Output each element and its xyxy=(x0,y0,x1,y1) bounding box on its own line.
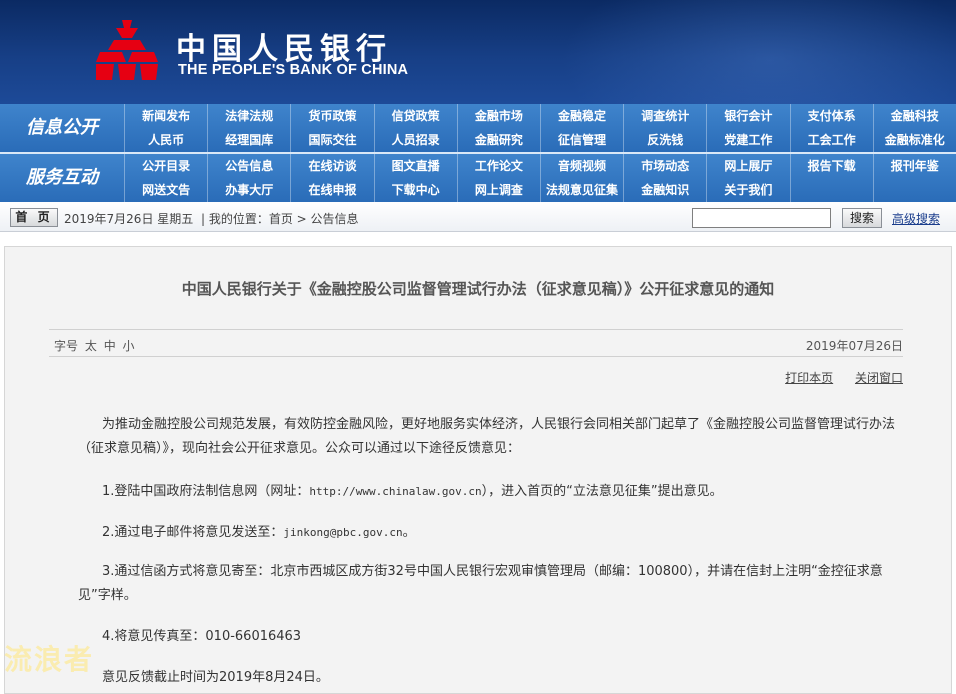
location-toolbar: 首 页 2019年7月26日 星期五 | 我的位置：首页 > 公告信息 搜索 高… xyxy=(0,202,956,232)
nav-item-online-exhibition[interactable]: 网上展厅 xyxy=(706,154,789,178)
font-size-medium[interactable]: 中 xyxy=(104,339,116,353)
article-title: 中国人民银行关于《金融控股公司监督管理试行办法（征求意见稿）》公开征求意见的通知 xyxy=(181,280,775,298)
publish-date: 2019年07月26日 xyxy=(805,339,903,353)
item1-text: 1.登陆中国政府法制信息网（网址： xyxy=(102,484,310,499)
nav-item-online-interview[interactable]: 在线访谈 xyxy=(290,154,373,178)
nav-item-research[interactable]: 金融研究 xyxy=(456,128,540,152)
nav-item-live-broadcast[interactable]: 图文直播 xyxy=(373,154,457,178)
bank-name-en: THE PEOPLE'S BANK OF CHINA xyxy=(178,62,409,78)
feedback-email-link[interactable]: jinkong@pbc.gov.cn xyxy=(283,526,402,539)
advanced-search-link[interactable]: 高级搜索 xyxy=(892,210,940,227)
nav-row: 人民币 经理国库 国际交往 人员招录 金融研究 征信管理 反洗钱 党建工作 工会… xyxy=(124,128,956,152)
nav-item-monetary-policy[interactable]: 货币政策 xyxy=(290,104,373,128)
nav-item-credit-policy[interactable]: 信贷政策 xyxy=(373,104,457,128)
nav-item-international[interactable]: 国际交往 xyxy=(290,128,373,152)
nav-item-online-survey[interactable]: 网上调查 xyxy=(456,178,540,202)
nav-item-blank xyxy=(789,178,873,202)
nav-item-recruitment[interactable]: 人员招录 xyxy=(373,128,457,152)
header-glow xyxy=(560,0,956,104)
article-panel: 中国人民银行关于《金融控股公司监督管理试行办法（征求意见稿）》公开征求意见的通知… xyxy=(4,246,952,694)
nav-item-payment-system[interactable]: 支付体系 xyxy=(789,104,873,128)
nav-item-blank xyxy=(872,178,956,202)
article-actions: 打印本页 关闭窗口 xyxy=(767,369,903,386)
search-button[interactable]: 搜索 xyxy=(842,208,882,228)
nav-row: 网送文告 办事大厅 在线申报 下载中心 网上调查 法规意见征集 金融知识 关于我… xyxy=(124,178,956,202)
print-link[interactable]: 打印本页 xyxy=(785,371,833,385)
nav-item-anti-money-laundering[interactable]: 反洗钱 xyxy=(623,128,706,152)
nav-item-service-hall[interactable]: 办事大厅 xyxy=(207,178,290,202)
nav-item-public-catalog[interactable]: 公开目录 xyxy=(124,154,207,178)
deadline-paragraph: 意见反馈截止时间为2019年8月24日。 xyxy=(102,670,329,685)
nav-band-service: 服务互动 公开目录 公告信息 在线访谈 图文直播 工作论文 音频视频 市场动态 … xyxy=(0,154,956,202)
site-header: 中国人民银行 THE PEOPLE'S BANK OF CHINA xyxy=(0,0,956,104)
nav-item-financial-stability[interactable]: 金融稳定 xyxy=(539,104,623,128)
band-label-info: 信息公开 xyxy=(26,117,98,138)
nav-row: 公开目录 公告信息 在线访谈 图文直播 工作论文 音频视频 市场动态 网上展厅 … xyxy=(124,154,956,178)
item1-text-end: ），进入首页的“立法意见征集”提出意见。 xyxy=(481,484,723,499)
pboc-emblem-icon xyxy=(96,20,158,80)
item2-text-end: 。 xyxy=(402,525,416,540)
close-window-link[interactable]: 关闭窗口 xyxy=(855,371,903,385)
article-meta: 字号 太 中 小 2019年07月26日 xyxy=(49,329,903,357)
nav-item-laws[interactable]: 法律法规 xyxy=(207,104,290,128)
font-size-selector: 字号 太 中 小 xyxy=(51,337,135,354)
item2-text: 2.通过电子邮件将意见发送至： xyxy=(102,525,284,540)
band-label-service: 服务互动 xyxy=(26,167,98,188)
list-item-website: 1.登陆中国政府法制信息网（网址：http://www.chinalaw.gov… xyxy=(78,480,723,504)
nav-item-working-papers[interactable]: 工作论文 xyxy=(456,154,540,178)
nav-item-regulation-feedback[interactable]: 法规意见征集 xyxy=(539,178,623,202)
nav-item-online-documents[interactable]: 网送文告 xyxy=(124,178,207,202)
home-button[interactable]: 首 页 xyxy=(10,208,58,227)
nav-item-about-us[interactable]: 关于我们 xyxy=(706,178,789,202)
nav-item-treasury[interactable]: 经理国库 xyxy=(207,128,290,152)
nav-item-statistics[interactable]: 调查统计 xyxy=(623,104,706,128)
current-date: 2019年7月26日 星期五 xyxy=(64,212,194,226)
chinalaw-url-link[interactable]: http://www.chinalaw.gov.cn xyxy=(309,485,481,498)
watermark: 流浪者 xyxy=(4,643,95,676)
font-size-small[interactable]: 小 xyxy=(123,339,135,353)
list-item-email: 2.通过电子邮件将意见发送至：jinkong@pbc.gov.cn。 xyxy=(78,521,416,545)
nav-item-yearbooks[interactable]: 报刊年鉴 xyxy=(872,154,956,178)
nav-band-info: 信息公开 新闻发布 法律法规 货币政策 信贷政策 金融市场 金融稳定 调查统计 … xyxy=(0,104,956,152)
nav-item-fintech[interactable]: 金融科技 xyxy=(872,104,956,128)
nav-item-audio-video[interactable]: 音频视频 xyxy=(539,154,623,178)
nav-item-financial-knowledge[interactable]: 金融知识 xyxy=(623,178,706,202)
nav-item-announcements[interactable]: 公告信息 xyxy=(207,154,290,178)
nav-item-union-work[interactable]: 工会工作 xyxy=(789,128,873,152)
nav-item-news[interactable]: 新闻发布 xyxy=(124,104,207,128)
breadcrumb: | 我的位置：首页 > 公告信息 xyxy=(201,212,359,226)
nav-item-financial-market[interactable]: 金融市场 xyxy=(456,104,540,128)
nav-item-bank-accounting[interactable]: 银行会计 xyxy=(706,104,789,128)
list-item-mail: 3.通过信函方式将意见寄至：北京市西城区成方街32号中国人民银行宏观审慎管理局（… xyxy=(78,564,883,603)
nav-item-download-center[interactable]: 下载中心 xyxy=(373,178,457,202)
intro-paragraph: 为推动金融控股公司规范发展，有效防控金融风险，更好地服务实体经济，人民银行会同相… xyxy=(78,417,896,456)
nav-item-market-updates[interactable]: 市场动态 xyxy=(623,154,706,178)
nav-item-report-download[interactable]: 报告下载 xyxy=(789,154,873,178)
list-item-fax: 4.将意见传真至：010-66016463 xyxy=(102,629,302,644)
nav-item-standardization[interactable]: 金融标准化 xyxy=(872,128,956,152)
nav-row: 新闻发布 法律法规 货币政策 信贷政策 金融市场 金融稳定 调查统计 银行会计 … xyxy=(124,104,956,128)
search-input[interactable] xyxy=(692,208,831,228)
font-size-large[interactable]: 太 xyxy=(85,339,97,353)
nav-item-rmb[interactable]: 人民币 xyxy=(124,128,207,152)
nav-item-online-declaration[interactable]: 在线申报 xyxy=(290,178,373,202)
font-size-label: 字号 xyxy=(54,339,79,353)
nav-item-party-work[interactable]: 党建工作 xyxy=(706,128,789,152)
nav-item-credit-reference[interactable]: 征信管理 xyxy=(539,128,623,152)
